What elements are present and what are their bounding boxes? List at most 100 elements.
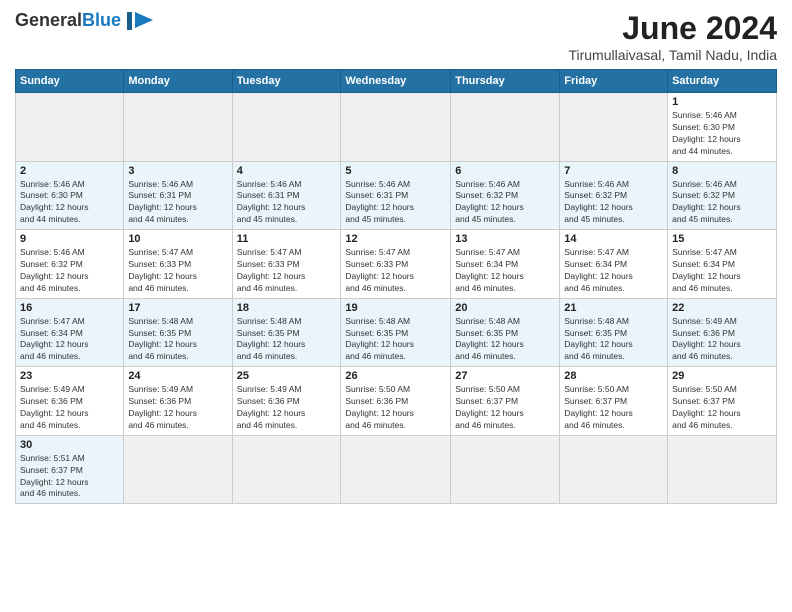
calendar-day xyxy=(124,93,232,162)
calendar-day xyxy=(124,435,232,504)
day-number: 24 xyxy=(128,370,227,382)
day-number: 29 xyxy=(672,370,772,382)
weekday-header-sunday: Sunday xyxy=(16,70,124,93)
day-number: 19 xyxy=(345,302,446,314)
calendar-day: 2 Sunrise: 5:46 AM Sunset: 6:30 PM Daylig… xyxy=(16,161,124,230)
calendar-week-row: 16 Sunrise: 5:47 AM Sunset: 6:34 PM Dayli… xyxy=(16,298,777,367)
day-info: Sunrise: 5:46 AM Sunset: 6:32 PM Dayligh… xyxy=(564,179,663,227)
day-number: 4 xyxy=(237,165,337,177)
calendar-day: 20Sunrise: 5:48 AM Sunset: 6:35 PM Dayli… xyxy=(451,298,560,367)
title-area: June 2024 Tirumullaivasal, Tamil Nadu, I… xyxy=(568,10,777,63)
day-number: 28 xyxy=(564,370,663,382)
day-number: 14 xyxy=(564,233,663,245)
calendar-day: 21Sunrise: 5:48 AM Sunset: 6:35 PM Dayli… xyxy=(560,298,668,367)
calendar-day xyxy=(232,93,341,162)
day-number: 16 xyxy=(20,302,119,314)
calendar-day xyxy=(451,435,560,504)
day-number: 13 xyxy=(455,233,555,245)
calendar-day xyxy=(341,93,451,162)
day-info: Sunrise: 5:47 AM Sunset: 6:34 PM Dayligh… xyxy=(20,316,119,364)
calendar-day: 12Sunrise: 5:47 AM Sunset: 6:33 PM Dayli… xyxy=(341,230,451,299)
day-info: Sunrise: 5:46 AM Sunset: 6:31 PM Dayligh… xyxy=(345,179,446,227)
calendar-day: 9Sunrise: 5:46 AM Sunset: 6:32 PM Daylig… xyxy=(16,230,124,299)
calendar-day xyxy=(451,93,560,162)
calendar-day: 3 Sunrise: 5:46 AM Sunset: 6:31 PM Daylig… xyxy=(124,161,232,230)
calendar-day: 28 Sunrise: 5:50 AM Sunset: 6:37 PM Dayli… xyxy=(560,367,668,436)
weekday-header-monday: Monday xyxy=(124,70,232,93)
location-title: Tirumullaivasal, Tamil Nadu, India xyxy=(568,47,777,63)
day-info: Sunrise: 5:48 AM Sunset: 6:35 PM Dayligh… xyxy=(345,316,446,364)
calendar-week-row: 23 Sunrise: 5:49 AM Sunset: 6:36 PM Dayli… xyxy=(16,367,777,436)
calendar: SundayMondayTuesdayWednesdayThursdayFrid… xyxy=(15,69,777,504)
day-number: 23 xyxy=(20,370,119,382)
calendar-day: 29 Sunrise: 5:50 AM Sunset: 6:37 PM Dayli… xyxy=(668,367,777,436)
day-number: 2 xyxy=(20,165,119,177)
day-info: Sunrise: 5:47 AM Sunset: 6:33 PM Dayligh… xyxy=(237,247,337,295)
day-number: 3 xyxy=(128,165,227,177)
day-number: 26 xyxy=(345,370,446,382)
day-number: 21 xyxy=(564,302,663,314)
day-info: Sunrise: 5:49 AM Sunset: 6:36 PM Dayligh… xyxy=(237,384,337,432)
day-number: 18 xyxy=(237,302,337,314)
day-info: Sunrise: 5:46 AM Sunset: 6:32 PM Dayligh… xyxy=(20,247,119,295)
day-info: Sunrise: 5:48 AM Sunset: 6:35 PM Dayligh… xyxy=(455,316,555,364)
day-number: 5 xyxy=(345,165,446,177)
calendar-week-row: 2 Sunrise: 5:46 AM Sunset: 6:30 PM Daylig… xyxy=(16,161,777,230)
calendar-day xyxy=(560,93,668,162)
day-number: 11 xyxy=(237,233,337,245)
calendar-day: 26 Sunrise: 5:50 AM Sunset: 6:36 PM Dayli… xyxy=(341,367,451,436)
calendar-day: 11 Sunrise: 5:47 AM Sunset: 6:33 PM Dayli… xyxy=(232,230,341,299)
day-info: Sunrise: 5:47 AM Sunset: 6:34 PM Dayligh… xyxy=(672,247,772,295)
day-info: Sunrise: 5:48 AM Sunset: 6:35 PM Dayligh… xyxy=(128,316,227,364)
day-number: 8 xyxy=(672,165,772,177)
calendar-week-row: 9Sunrise: 5:46 AM Sunset: 6:32 PM Daylig… xyxy=(16,230,777,299)
calendar-day xyxy=(668,435,777,504)
day-number: 25 xyxy=(237,370,337,382)
day-info: Sunrise: 5:46 AM Sunset: 6:31 PM Dayligh… xyxy=(128,179,227,227)
day-info: Sunrise: 5:46 AM Sunset: 6:30 PM Dayligh… xyxy=(20,179,119,227)
calendar-week-row: 1Sunrise: 5:46 AM Sunset: 6:30 PM Daylig… xyxy=(16,93,777,162)
calendar-day: 7 Sunrise: 5:46 AM Sunset: 6:32 PM Daylig… xyxy=(560,161,668,230)
calendar-day: 19 Sunrise: 5:48 AM Sunset: 6:35 PM Dayli… xyxy=(341,298,451,367)
day-info: Sunrise: 5:47 AM Sunset: 6:34 PM Dayligh… xyxy=(455,247,555,295)
day-number: 30 xyxy=(20,439,119,451)
day-number: 10 xyxy=(128,233,227,245)
calendar-day: 1Sunrise: 5:46 AM Sunset: 6:30 PM Daylig… xyxy=(668,93,777,162)
day-info: Sunrise: 5:49 AM Sunset: 6:36 PM Dayligh… xyxy=(672,316,772,364)
calendar-day: 14Sunrise: 5:47 AM Sunset: 6:34 PM Dayli… xyxy=(560,230,668,299)
day-number: 7 xyxy=(564,165,663,177)
calendar-day: 24 Sunrise: 5:49 AM Sunset: 6:36 PM Dayli… xyxy=(124,367,232,436)
calendar-day: 6 Sunrise: 5:46 AM Sunset: 6:32 PM Daylig… xyxy=(451,161,560,230)
calendar-day xyxy=(232,435,341,504)
day-info: Sunrise: 5:50 AM Sunset: 6:37 PM Dayligh… xyxy=(672,384,772,432)
weekday-header-saturday: Saturday xyxy=(668,70,777,93)
day-number: 1 xyxy=(672,96,772,108)
day-info: Sunrise: 5:46 AM Sunset: 6:31 PM Dayligh… xyxy=(237,179,337,227)
calendar-day: 10Sunrise: 5:47 AM Sunset: 6:33 PM Dayli… xyxy=(124,230,232,299)
day-info: Sunrise: 5:47 AM Sunset: 6:33 PM Dayligh… xyxy=(345,247,446,295)
logo-icon xyxy=(125,10,155,32)
weekday-header-friday: Friday xyxy=(560,70,668,93)
logo: GeneralBlue xyxy=(15,10,155,32)
day-info: Sunrise: 5:50 AM Sunset: 6:37 PM Dayligh… xyxy=(564,384,663,432)
calendar-day: 18Sunrise: 5:48 AM Sunset: 6:35 PM Dayli… xyxy=(232,298,341,367)
calendar-week-row: 30Sunrise: 5:51 AM Sunset: 6:37 PM Dayli… xyxy=(16,435,777,504)
month-title: June 2024 xyxy=(568,10,777,47)
day-info: Sunrise: 5:49 AM Sunset: 6:36 PM Dayligh… xyxy=(128,384,227,432)
day-number: 15 xyxy=(672,233,772,245)
day-info: Sunrise: 5:49 AM Sunset: 6:36 PM Dayligh… xyxy=(20,384,119,432)
calendar-day: 17Sunrise: 5:48 AM Sunset: 6:35 PM Dayli… xyxy=(124,298,232,367)
day-info: Sunrise: 5:46 AM Sunset: 6:32 PM Dayligh… xyxy=(672,179,772,227)
calendar-day: 15 Sunrise: 5:47 AM Sunset: 6:34 PM Dayli… xyxy=(668,230,777,299)
calendar-day: 23 Sunrise: 5:49 AM Sunset: 6:36 PM Dayli… xyxy=(16,367,124,436)
calendar-day xyxy=(560,435,668,504)
logo-text: GeneralBlue xyxy=(15,11,121,31)
calendar-day: 22 Sunrise: 5:49 AM Sunset: 6:36 PM Dayli… xyxy=(668,298,777,367)
day-info: Sunrise: 5:50 AM Sunset: 6:36 PM Dayligh… xyxy=(345,384,446,432)
calendar-day: 5 Sunrise: 5:46 AM Sunset: 6:31 PM Daylig… xyxy=(341,161,451,230)
calendar-day: 13 Sunrise: 5:47 AM Sunset: 6:34 PM Dayli… xyxy=(451,230,560,299)
weekday-header-row: SundayMondayTuesdayWednesdayThursdayFrid… xyxy=(16,70,777,93)
day-number: 6 xyxy=(455,165,555,177)
day-number: 22 xyxy=(672,302,772,314)
day-info: Sunrise: 5:46 AM Sunset: 6:32 PM Dayligh… xyxy=(455,179,555,227)
